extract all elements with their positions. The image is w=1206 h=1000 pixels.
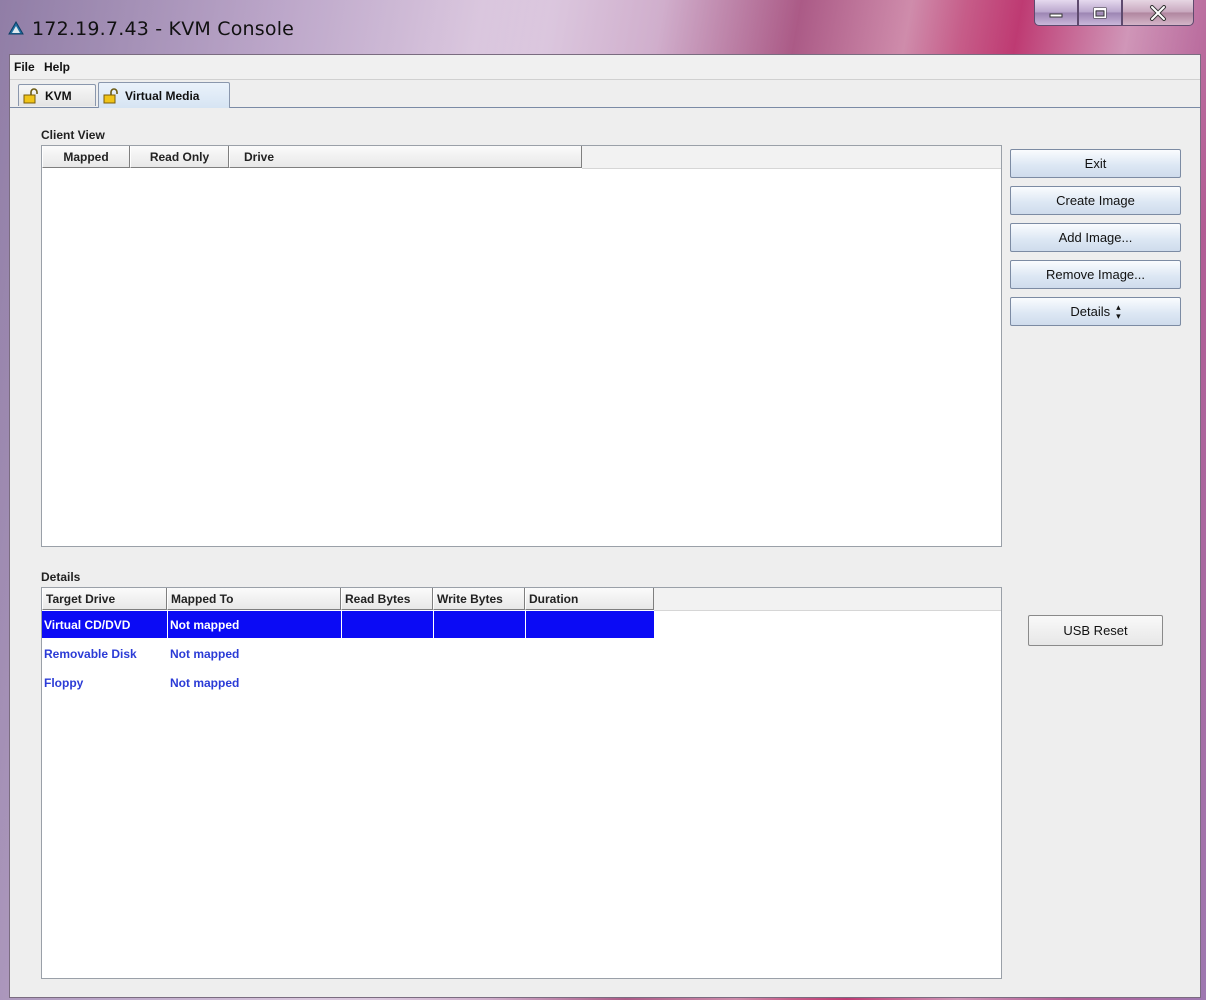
cell-mapped-to: Not mapped <box>170 675 240 690</box>
add-image-button[interactable]: Add Image... <box>1010 223 1181 252</box>
cell-read-bytes <box>342 611 434 638</box>
menu-file[interactable]: File <box>14 60 35 74</box>
cell-write-bytes <box>434 640 526 667</box>
tab-kvm-label: KVM <box>45 88 72 103</box>
cell-read-bytes <box>342 669 434 696</box>
header-filler <box>582 146 1001 169</box>
window-title: 172.19.7.43 - KVM Console <box>32 18 295 40</box>
minimize-button[interactable] <box>1034 0 1078 26</box>
cell-target-drive: Removable Disk <box>44 646 137 661</box>
col-read-bytes[interactable]: Read Bytes <box>341 588 433 610</box>
cell-mapped-to: Not mapped <box>170 646 240 661</box>
cell-duration <box>526 640 654 667</box>
cell-target-drive: Virtual CD/DVD <box>42 611 168 638</box>
tab-strip: KVM Virtual Media <box>10 81 1200 108</box>
col-drive[interactable]: Drive <box>229 146 582 168</box>
menubar: File Help <box>10 55 1200 80</box>
tab-kvm[interactable]: KVM <box>18 84 96 106</box>
client-view-header: Mapped Read Only Drive <box>42 146 1001 169</box>
maximize-button[interactable] <box>1078 0 1122 26</box>
details-table[interactable]: Target Drive Mapped To Read Bytes Write … <box>41 587 1002 979</box>
cell-write-bytes <box>434 611 526 638</box>
tab-virtual-media[interactable]: Virtual Media <box>98 82 230 108</box>
lock-icon <box>23 87 38 103</box>
cell-target-drive: Floppy <box>44 675 84 690</box>
create-image-button[interactable]: Create Image <box>1010 186 1181 215</box>
close-icon <box>1150 4 1166 21</box>
details-label: Details <box>41 570 81 584</box>
cell-write-bytes <box>434 669 526 696</box>
col-duration[interactable]: Duration <box>525 588 654 610</box>
minimize-icon <box>1049 13 1063 17</box>
client-view-label: Client View <box>41 128 105 142</box>
triangle-app-icon <box>8 21 24 35</box>
col-write-bytes[interactable]: Write Bytes <box>433 588 525 610</box>
table-row[interactable]: Floppy Not mapped <box>42 669 654 696</box>
title-bar[interactable]: 172.19.7.43 - KVM Console <box>0 0 1206 50</box>
caption-buttons <box>1034 0 1194 26</box>
header-filler <box>654 588 1001 611</box>
details-button-label: Details <box>1070 304 1111 319</box>
cell-read-bytes <box>342 640 434 667</box>
col-mapped-to[interactable]: Mapped To <box>167 588 341 610</box>
col-target-drive[interactable]: Target Drive <box>42 588 167 610</box>
cell-duration <box>526 669 654 696</box>
close-button[interactable] <box>1122 0 1194 26</box>
client-view-table[interactable]: Mapped Read Only Drive <box>41 145 1002 547</box>
virtual-media-panel: Client View Mapped Read Only Drive Exit … <box>10 108 1200 997</box>
col-read-only[interactable]: Read Only <box>130 146 229 168</box>
exit-button[interactable]: Exit <box>1010 149 1181 178</box>
tab-virtual-media-label: Virtual Media <box>125 88 200 103</box>
expand-arrows-icon: ▴ ▾ <box>1116 301 1121 321</box>
details-header: Target Drive Mapped To Read Bytes Write … <box>42 588 1001 611</box>
cell-mapped-to: Not mapped <box>168 611 342 638</box>
cell-duration <box>526 611 654 638</box>
maximize-icon <box>1093 7 1107 18</box>
table-row[interactable]: Removable Disk Not mapped <box>42 640 654 667</box>
table-row[interactable]: Virtual CD/DVD Not mapped <box>42 611 654 638</box>
lock-icon <box>103 87 118 103</box>
details-button[interactable]: Details ▴ ▾ <box>1010 297 1181 326</box>
remove-image-button[interactable]: Remove Image... <box>1010 260 1181 289</box>
col-mapped[interactable]: Mapped <box>42 146 130 168</box>
usb-reset-button[interactable]: USB Reset <box>1028 615 1163 646</box>
menu-help[interactable]: Help <box>44 60 70 74</box>
client-area: File Help KVM Virtual Media Client View … <box>9 54 1201 998</box>
